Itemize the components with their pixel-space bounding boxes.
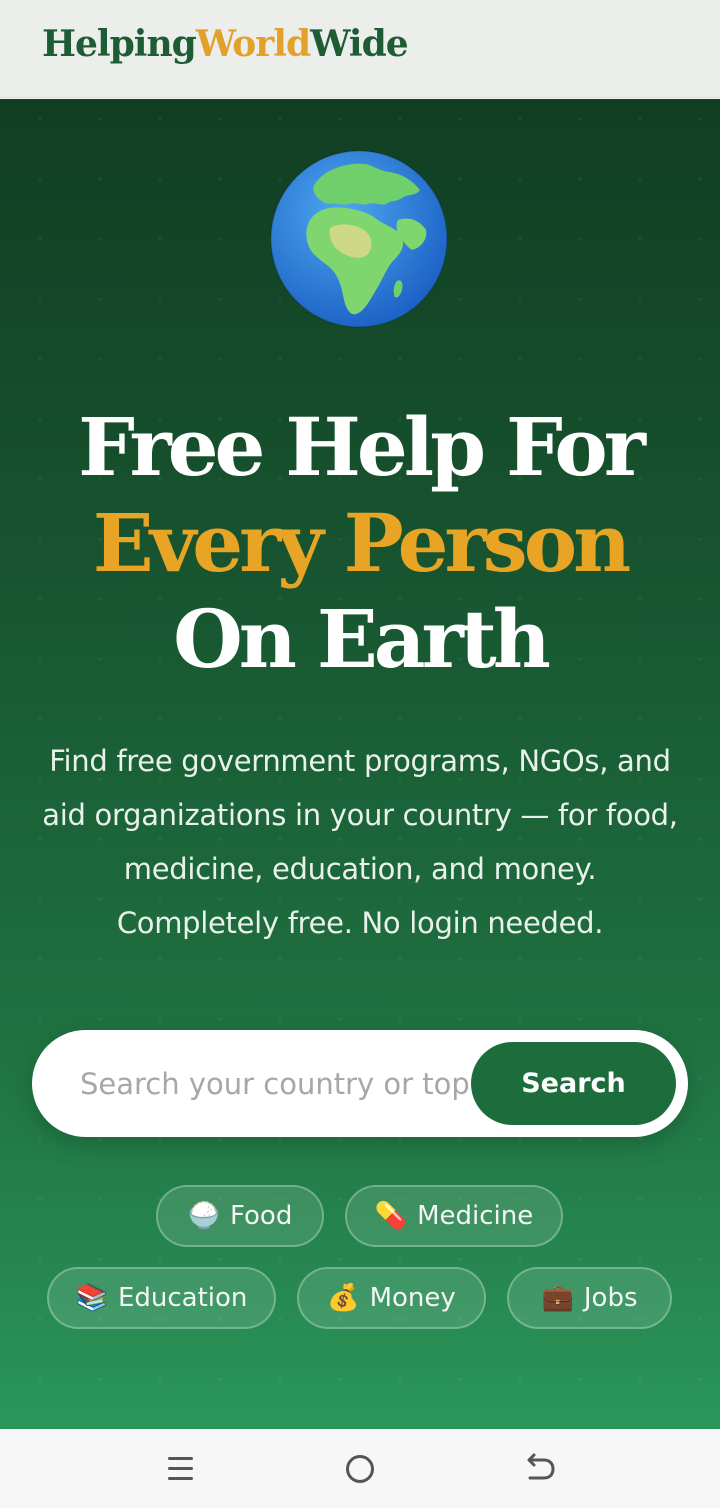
home-icon[interactable] xyxy=(340,1451,380,1487)
chip-label: Money xyxy=(369,1283,456,1313)
search-bar: Search xyxy=(32,1030,688,1137)
hero-description-line: aid organizations in your country — for … xyxy=(42,798,678,832)
hero-section: Free Help For Every Person On Earth Find… xyxy=(0,99,720,1429)
headline-line-1: Free Help For xyxy=(78,400,646,494)
books-icon: 📚 xyxy=(75,1283,108,1313)
globe-icon xyxy=(270,150,448,328)
menu-icon[interactable] xyxy=(160,1451,200,1487)
site-header: HelpingWorldWide xyxy=(0,0,720,98)
chip-label: Medicine xyxy=(417,1201,534,1231)
search-button[interactable]: Search xyxy=(471,1042,676,1125)
category-chip-money[interactable]: 💰 Money xyxy=(297,1267,486,1329)
pill-icon: 💊 xyxy=(374,1201,408,1231)
hero-description-line: medicine, education, and money. xyxy=(123,852,597,886)
logo-part-world: World xyxy=(195,23,311,65)
headline-line-3: On Earth xyxy=(173,592,551,686)
briefcase-icon: 💼 xyxy=(541,1283,574,1313)
category-chip-food[interactable]: 🍚 Food xyxy=(156,1185,324,1247)
chip-label: Jobs xyxy=(583,1283,638,1313)
chip-label: Education xyxy=(117,1283,248,1313)
hero-description: Find free government programs, NGOs, and… xyxy=(20,734,700,950)
category-chip-jobs[interactable]: 💼 Jobs xyxy=(507,1267,672,1329)
chip-label: Food xyxy=(230,1201,293,1231)
rice-bowl-icon: 🍚 xyxy=(187,1201,220,1231)
hero-headline: Free Help For Every Person On Earth xyxy=(0,399,720,687)
site-logo[interactable]: HelpingWorldWide xyxy=(42,22,409,66)
category-chip-medicine[interactable]: 💊 Medicine xyxy=(345,1185,563,1247)
hero-description-line: Completely free. No login needed. xyxy=(116,906,604,940)
logo-part-wide: Wide xyxy=(310,23,409,65)
category-chip-education[interactable]: 📚 Education xyxy=(47,1267,276,1329)
logo-part-helping: Helping xyxy=(42,23,197,65)
search-input[interactable] xyxy=(80,1058,470,1110)
headline-line-2: Every Person xyxy=(92,496,631,590)
back-icon[interactable] xyxy=(520,1451,560,1487)
hero-description-line: Find free government programs, NGOs, and xyxy=(49,744,671,778)
money-bag-icon: 💰 xyxy=(327,1283,360,1313)
system-navigation-bar xyxy=(0,1429,720,1508)
